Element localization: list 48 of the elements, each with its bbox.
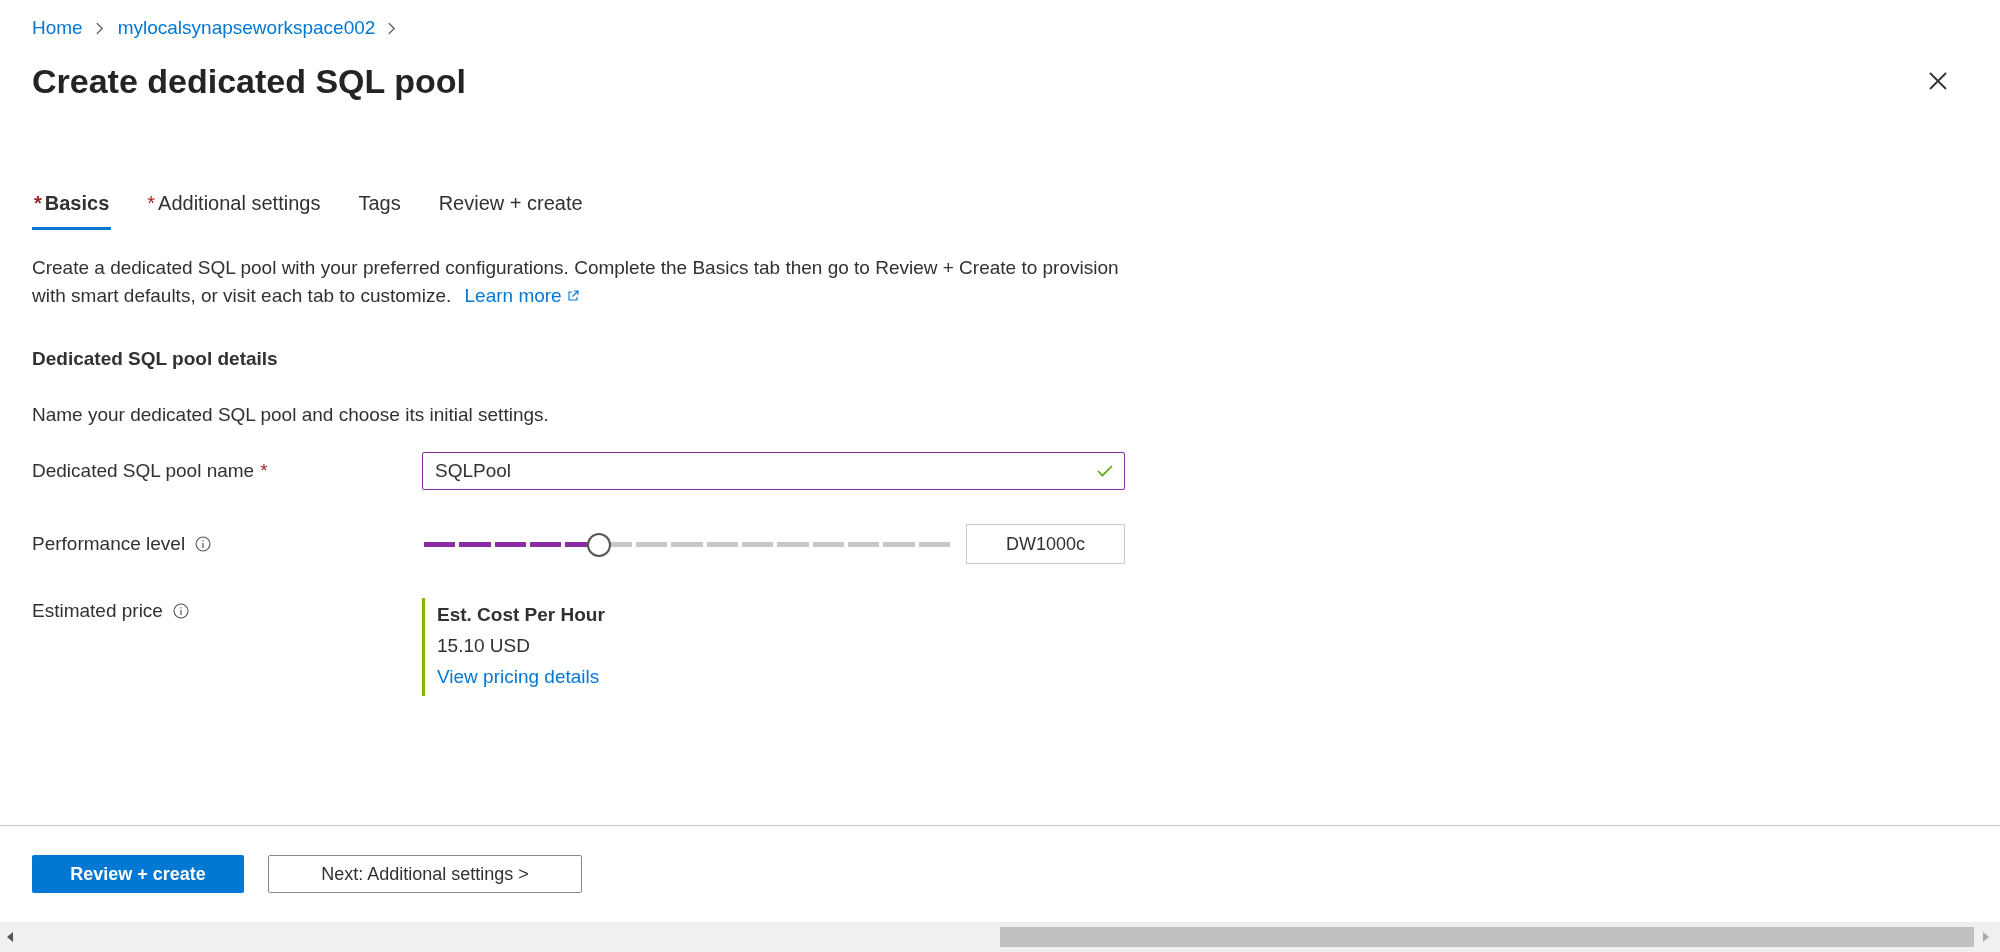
next-button[interactable]: Next: Additional settings > [268, 855, 582, 893]
slider-segment [424, 541, 456, 547]
tab[interactable]: *Basics [32, 184, 112, 230]
learn-more-link[interactable]: Learn more [464, 285, 579, 306]
slider-segment [706, 541, 738, 547]
review-create-button[interactable]: Review + create [32, 855, 244, 893]
field-label: Dedicated SQL pool name [32, 460, 255, 482]
page-title: Create dedicated SQL pool [32, 61, 466, 101]
performance-value-field[interactable]: DW1000c [966, 524, 1125, 564]
description-text: Create a dedicated SQL pool with your preferred configurations. Complete the Basics tab then go to Review + Create to provision with smart defaults, or visit each tab to customize. Learn more [32, 256, 1120, 308]
tab[interactable]: Review + create [436, 184, 585, 230]
slider-segment [883, 541, 915, 547]
slider-segment [741, 541, 774, 547]
slider-segment [530, 541, 562, 547]
price-amount: 15.10 USD [437, 635, 531, 657]
close-icon[interactable] [1928, 71, 1948, 91]
slider-segment [459, 541, 491, 547]
slider-thumb[interactable] [587, 532, 612, 557]
chevron-right-icon [94, 20, 104, 36]
name-input-field[interactable]: SQLPool [422, 452, 1125, 490]
breadcrumb-link[interactable]: mylocalsynapseworkspace002 [117, 17, 376, 39]
slider-segment [671, 541, 703, 547]
slider-segment [494, 541, 526, 547]
field-label: Performance level [32, 533, 186, 555]
scroll-left-icon[interactable] [6, 932, 14, 942]
external-link-icon [566, 290, 579, 302]
scrollbar-thumb[interactable] [1000, 927, 1974, 947]
slider-segment [635, 541, 668, 547]
field-label: Estimated price [32, 600, 163, 622]
pricing-details-link[interactable]: View pricing details [437, 666, 605, 688]
price-heading: Est. Cost Per Hour [437, 604, 605, 626]
slider-segment [812, 541, 844, 547]
horizontal-scrollbar[interactable] [0, 922, 2000, 952]
info-icon[interactable] [195, 536, 212, 552]
slider-segment [847, 541, 880, 547]
slider-segment [918, 541, 950, 547]
breadcrumb-link[interactable]: Home [32, 17, 83, 39]
section-heading: Dedicated SQL pool details [32, 348, 279, 370]
tab[interactable]: Tags [356, 184, 403, 230]
slider-segment [777, 541, 809, 547]
performance-slider[interactable] [424, 531, 950, 557]
tab[interactable]: *Additional settings [145, 184, 323, 230]
required-asterisk: * [260, 460, 268, 482]
required-asterisk: * [147, 192, 156, 214]
required-asterisk: * [34, 192, 42, 214]
info-icon[interactable] [172, 603, 189, 619]
section-subtitle: Name your dedicated SQL pool and choose its initial settings. [32, 404, 550, 426]
chevron-right-icon [387, 20, 397, 36]
